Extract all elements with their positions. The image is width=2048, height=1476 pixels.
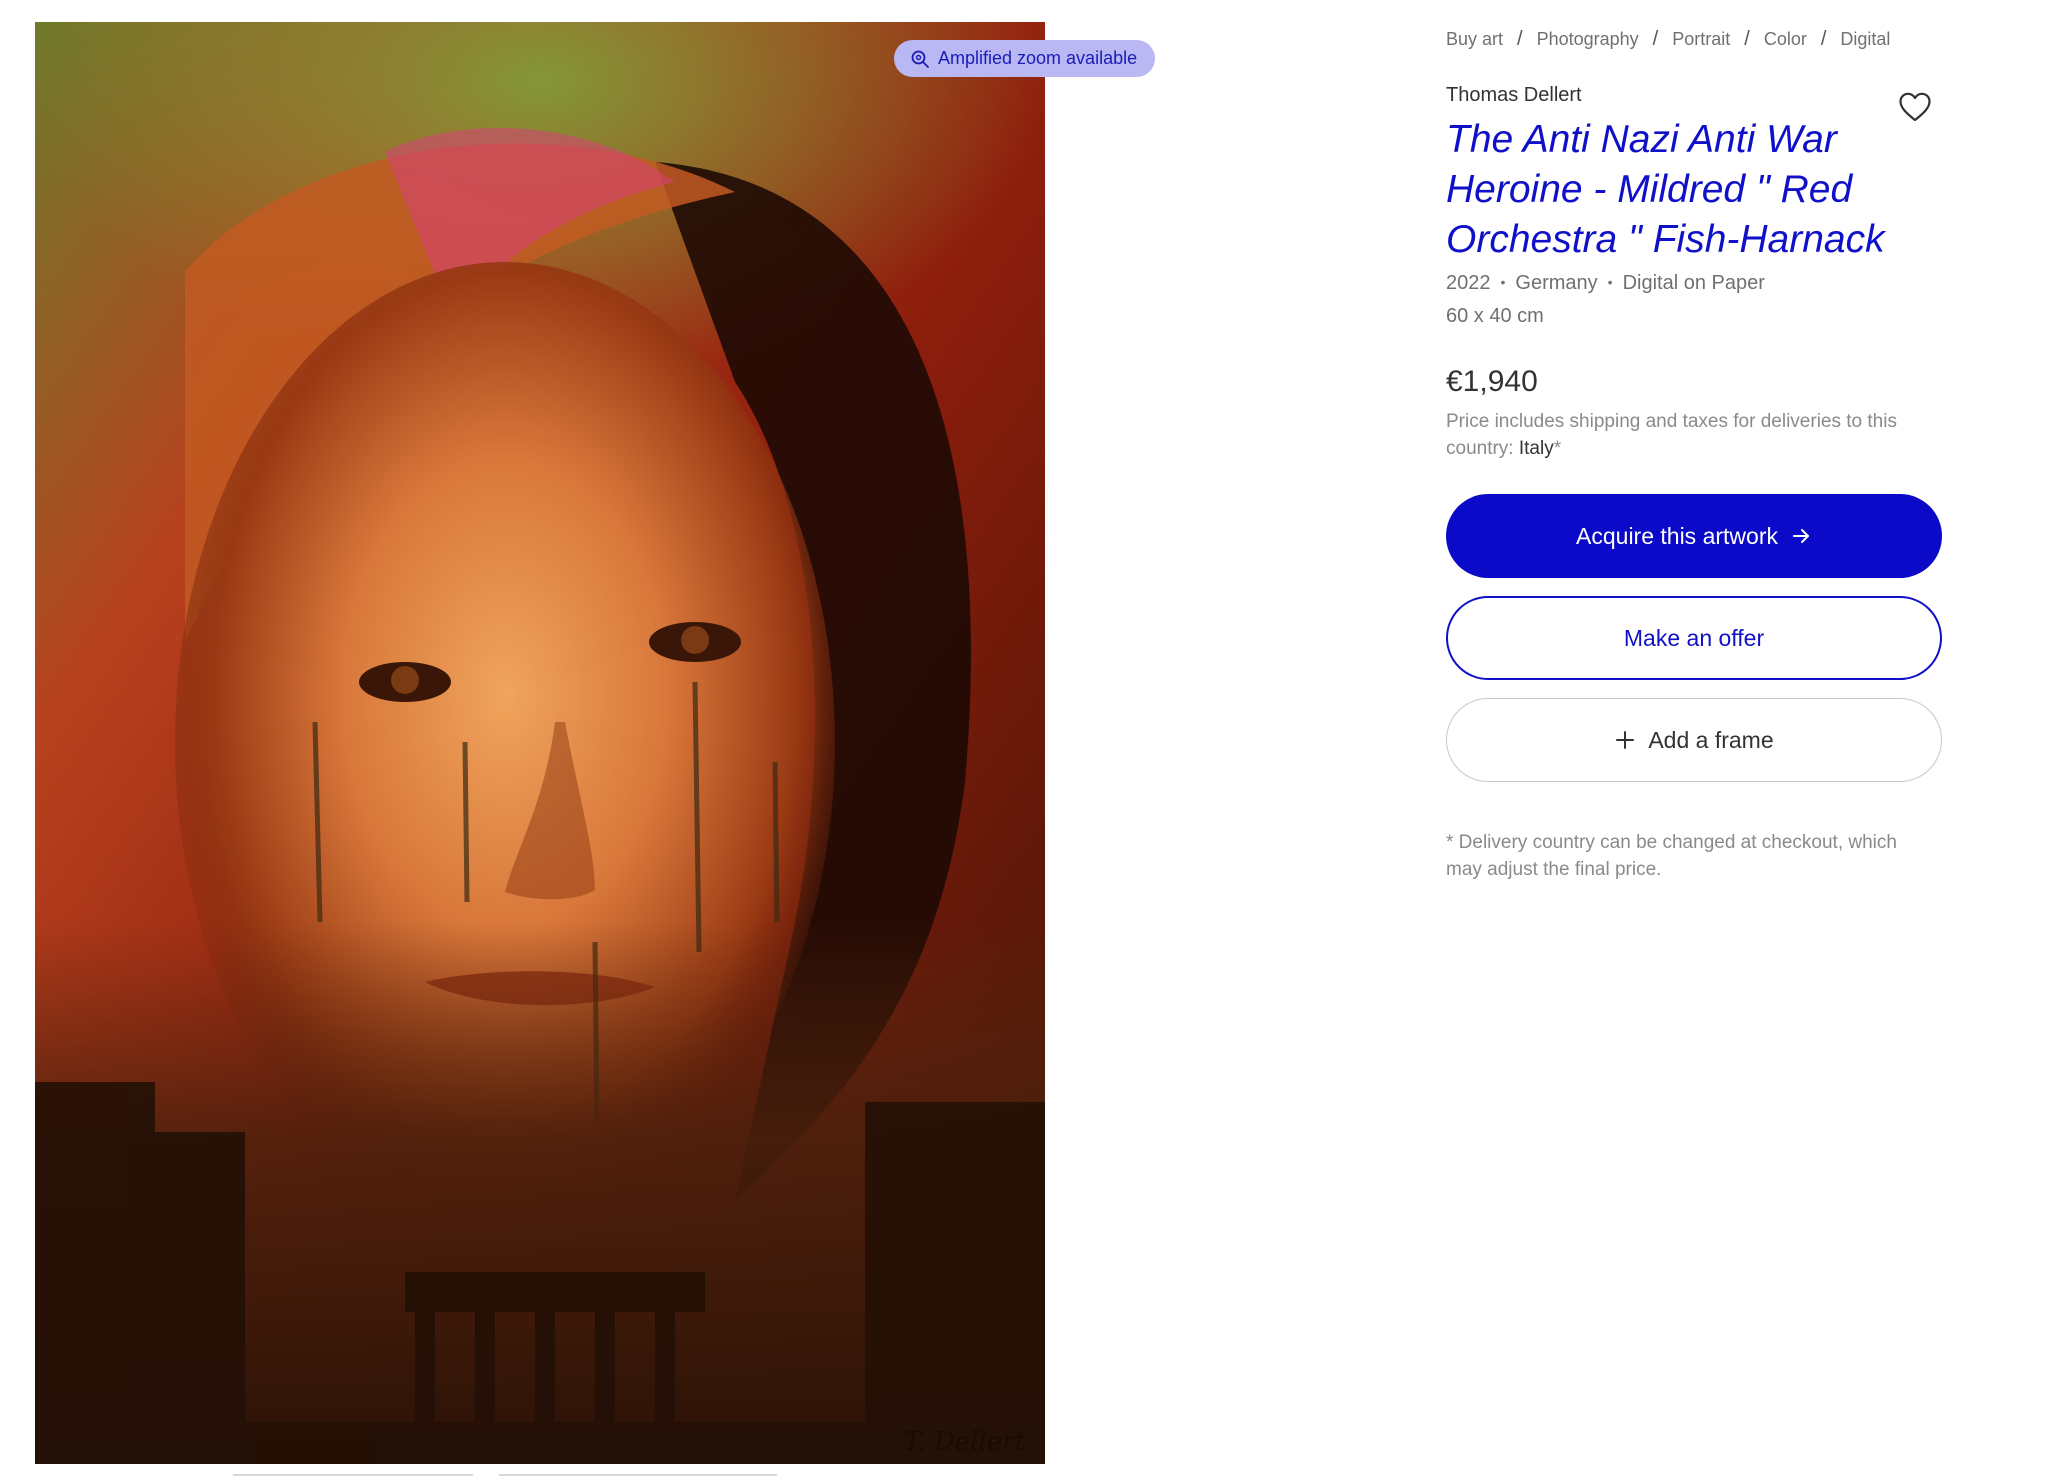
delivery-country[interactable]: Italy [1519, 438, 1554, 459]
breadcrumb-separator: / [1744, 27, 1750, 50]
artwork-image[interactable]: T. Dellert [35, 22, 1045, 1464]
artwork-signature: T. Dellert [904, 1427, 1026, 1457]
meta-separator: • [1607, 274, 1613, 290]
delivery-note: * Delivery country can be changed at che… [1446, 832, 1897, 880]
artwork-year: 2022 [1446, 272, 1491, 294]
arrow-right-icon [1792, 529, 1809, 543]
breadcrumb-item[interactable]: Buy art [1446, 29, 1503, 50]
artwork-price: €1,940 [1446, 365, 1538, 398]
meta-separator: • [1500, 274, 1506, 290]
plus-icon [1616, 731, 1635, 749]
artist-name[interactable]: Thomas Dellert [1446, 84, 1582, 107]
artwork-medium: Digital on Paper [1622, 272, 1765, 294]
zoom-badge-label: Amplified zoom available [938, 48, 1138, 68]
price-note-text: Price includes shipping and taxes for de… [1446, 411, 1897, 459]
artwork-country: Germany [1515, 272, 1598, 294]
breadcrumb-separator: / [1652, 27, 1659, 50]
frame-button-label: Add a frame [1648, 726, 1774, 753]
zoom-icon [911, 50, 929, 68]
breadcrumb-item[interactable]: Photography [1537, 29, 1639, 50]
breadcrumb-item[interactable]: Color [1764, 29, 1807, 50]
artwork-dimensions: 60 x 40 cm [1446, 305, 1544, 327]
artwork-meta: 2022 • Germany • Digital on Paper [1446, 272, 1765, 295]
acquire-artwork-button[interactable]: Acquire this artwork [1446, 494, 1942, 578]
amplified-zoom-badge[interactable]: Amplified zoom available [894, 40, 1156, 77]
breadcrumb-separator: / [1517, 27, 1523, 50]
price-note-asterisk: * [1553, 438, 1562, 459]
breadcrumb: Buy art / Photography / Portrait / Color… [1446, 26, 1936, 52]
make-offer-button[interactable]: Make an offer [1446, 596, 1942, 680]
breadcrumb-item[interactable]: Portrait [1672, 29, 1730, 50]
artwork-title: The Anti Nazi Anti War Heroine - Mildred… [1446, 118, 1885, 261]
offer-button-label: Make an offer [1623, 624, 1765, 651]
artwork-portrait: T. Dellert [35, 22, 1045, 1464]
breadcrumb-item[interactable]: Digital [1840, 29, 1890, 50]
acquire-button-label: Acquire this artwork [1576, 522, 1778, 549]
breadcrumb-separator: / [1820, 27, 1827, 50]
add-frame-button[interactable]: Add a frame [1446, 698, 1942, 782]
price-note: Price includes shipping and taxes for de… [1446, 408, 1946, 462]
